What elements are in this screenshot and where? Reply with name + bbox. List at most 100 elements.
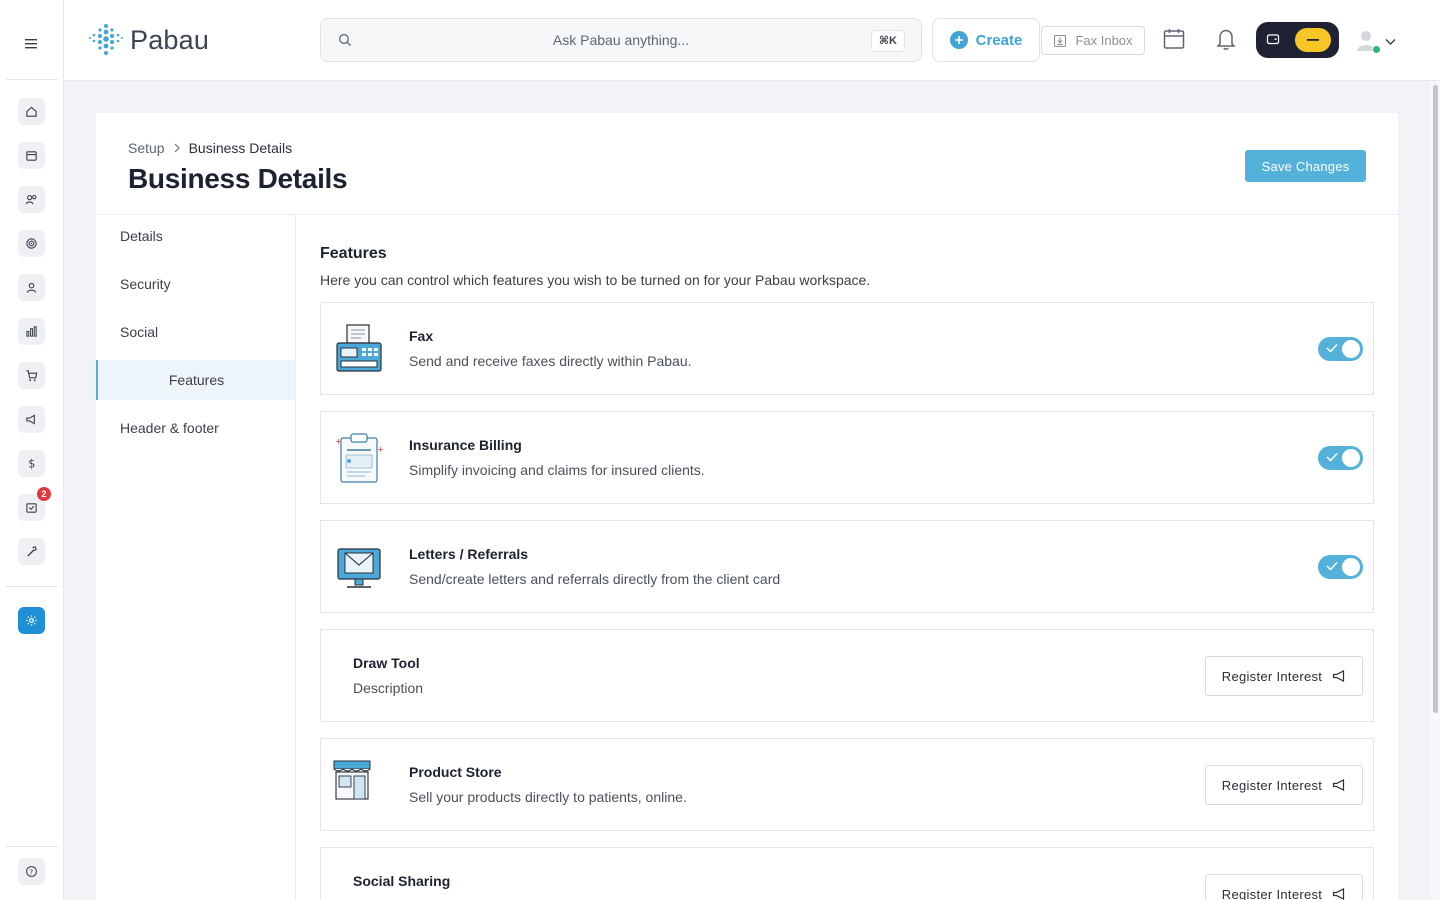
svg-text:+: + <box>377 445 384 454</box>
subnav-item-security[interactable]: Security <box>96 264 295 304</box>
logo-mark-icon <box>89 24 123 55</box>
cart-icon[interactable] <box>18 362 45 389</box>
left-rail: $ 2 ? <box>0 0 64 900</box>
feature-description: Sell your products directly to patients,… <box>409 789 687 805</box>
page-title: Business Details <box>128 163 348 194</box>
feature-name: Product Store <box>409 764 502 780</box>
create-label: Create <box>975 31 1023 49</box>
feature-card-social-sharing: Social Sharing Register Interest <box>320 847 1374 900</box>
calendar-icon[interactable] <box>18 142 45 169</box>
svg-text:$: $ <box>28 458 35 470</box>
clipboard-icon: + + <box>333 432 385 484</box>
register-interest-label: Register Interest <box>1221 777 1323 793</box>
register-interest-button[interactable]: Register Interest <box>1205 765 1363 805</box>
fax-download-icon <box>1054 34 1067 47</box>
online-status-indicator <box>1372 45 1381 54</box>
page-header: Setup Business Details Business Details … <box>96 113 1398 215</box>
scrollbar-thumb[interactable] <box>1433 85 1438 713</box>
business-details-card: Setup Business Details Business Details … <box>96 113 1398 900</box>
breadcrumb: Setup Business Details <box>128 140 292 156</box>
theme-toggle[interactable] <box>1256 22 1339 58</box>
megaphone-icon <box>1333 779 1345 791</box>
toggle-knob <box>1342 558 1360 576</box>
toggle-knob <box>1342 449 1360 467</box>
create-button[interactable]: Create <box>932 18 1040 62</box>
help-icon[interactable]: ? <box>18 858 45 885</box>
feature-description: Description <box>353 680 424 696</box>
insurance-billing-toggle[interactable] <box>1318 446 1363 470</box>
feature-name: Social Sharing <box>353 873 451 889</box>
feature-card-insurance-billing: + + Insurance Billing Simplify invoicing… <box>320 411 1374 504</box>
inbox-badge: 2 <box>37 487 51 501</box>
svg-text:+: + <box>335 437 342 446</box>
plus-circle-icon <box>949 31 968 49</box>
feature-card-letters-referrals: Letters / Referrals Send/create letters … <box>320 520 1374 613</box>
save-changes-button[interactable]: Save Changes <box>1245 150 1366 182</box>
calendar-icon[interactable] <box>1162 27 1186 56</box>
avatar[interactable] <box>1354 28 1381 54</box>
search-shortcut: ⌘K <box>870 30 905 52</box>
letters-referrals-toggle[interactable] <box>1318 555 1363 579</box>
minus-icon <box>1295 28 1331 52</box>
chart-icon[interactable] <box>18 318 45 345</box>
rail-divider <box>6 79 58 80</box>
fax-inbox-button[interactable]: Fax Inbox <box>1041 26 1145 55</box>
section-title: Features <box>320 245 387 262</box>
svg-text:?: ? <box>29 867 33 876</box>
subnav-item-header-footer[interactable]: Header & footer <box>96 408 295 448</box>
megaphone-icon <box>1333 670 1345 682</box>
monitor-mail-icon <box>333 541 385 593</box>
clients-icon[interactable] <box>18 186 45 213</box>
rail-divider <box>6 586 58 587</box>
megaphone-icon[interactable] <box>18 406 45 433</box>
feature-name: Insurance Billing <box>409 437 522 453</box>
register-interest-label: Register Interest <box>1221 886 1323 900</box>
subnav-item-features[interactable]: Features <box>96 360 295 400</box>
dollar-icon[interactable]: $ <box>18 450 45 477</box>
breadcrumb-setup[interactable]: Setup <box>128 140 165 156</box>
subnav-item-details[interactable]: Details <box>96 216 295 256</box>
feature-name: Draw Tool <box>353 655 420 671</box>
toggle-knob <box>1342 340 1360 358</box>
feature-description: Simplify invoicing and claims for insure… <box>409 462 705 478</box>
settings-icon[interactable] <box>18 607 45 634</box>
inbox-icon[interactable]: 2 <box>18 487 51 521</box>
storefront-icon <box>331 759 383 811</box>
register-interest-button[interactable]: Register Interest <box>1205 874 1363 900</box>
wallet-icon <box>1266 32 1280 51</box>
menu-icon[interactable] <box>20 32 44 56</box>
settings-subnav: Details Security Social Features Header … <box>96 215 296 900</box>
feature-description: Send/create letters and referrals direct… <box>409 571 781 587</box>
tools-icon[interactable] <box>18 538 45 565</box>
home-icon[interactable] <box>18 98 45 125</box>
feature-name: Fax <box>409 328 434 344</box>
chevron-down-icon[interactable] <box>1385 33 1396 51</box>
fax-toggle[interactable] <box>1318 337 1363 361</box>
top-bar: Pabau Ask Pabau anything... ⌘K Create Fa… <box>64 0 1440 81</box>
fax-inbox-label: Fax Inbox <box>1075 33 1133 48</box>
feature-name: Letters / Referrals <box>409 546 529 562</box>
register-interest-label: Register Interest <box>1221 668 1323 684</box>
pabau-logo[interactable]: Pabau <box>88 22 209 58</box>
feature-description: Send and receive faxes directly within P… <box>409 353 692 369</box>
check-icon <box>1326 452 1338 462</box>
feature-card-draw-tool: Draw Tool Description Register Interest <box>320 629 1374 722</box>
target-icon[interactable] <box>18 230 45 257</box>
fax-machine-icon <box>333 323 385 375</box>
feature-card-fax: Fax Send and receive faxes directly with… <box>320 302 1374 395</box>
breadcrumb-current: Business Details <box>188 140 293 156</box>
check-icon <box>1326 343 1338 353</box>
search-input[interactable]: Ask Pabau anything... ⌘K <box>320 18 922 62</box>
bell-icon[interactable] <box>1215 27 1237 56</box>
logo-text: Pabau <box>130 24 210 55</box>
user-icon[interactable] <box>18 274 45 301</box>
section-description: Here you can control which features you … <box>320 272 871 288</box>
feature-card-product-store: Product Store Sell your products directl… <box>320 738 1374 831</box>
rail-divider <box>6 846 58 847</box>
megaphone-icon <box>1333 888 1345 900</box>
check-icon <box>1326 561 1338 571</box>
subnav-item-social[interactable]: Social <box>96 312 295 352</box>
search-placeholder: Ask Pabau anything... <box>552 32 690 48</box>
chevron-right-icon <box>174 143 180 153</box>
register-interest-button[interactable]: Register Interest <box>1205 656 1363 696</box>
